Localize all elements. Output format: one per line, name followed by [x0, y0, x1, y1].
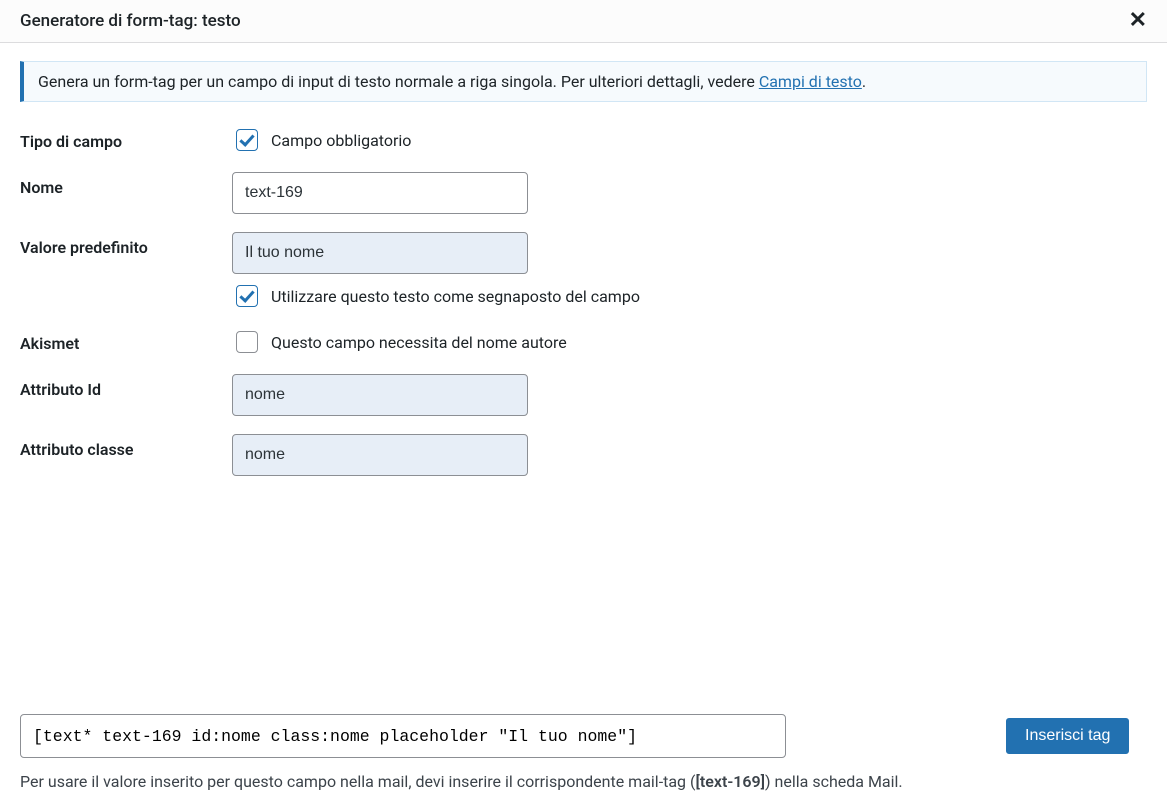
placeholder-checkbox[interactable] — [236, 285, 258, 307]
label-tipo-di-campo: Tipo di campo — [20, 126, 232, 151]
row-valore-predefinito: Valore predefinito Utilizzare questo tes… — [20, 232, 1147, 310]
required-field-line: Campo obbligatorio — [232, 126, 1147, 154]
hint-before: Per usare il valore inserito per questo … — [20, 772, 695, 791]
info-text-suffix: . — [862, 72, 866, 91]
insert-tag-button[interactable]: Inserisci tag — [1006, 718, 1129, 754]
akismet-line: Questo campo necessita del nome autore — [232, 328, 1147, 356]
dialog-titlebar: Generatore di form-tag: testo ✕ — [0, 0, 1167, 43]
label-akismet: Akismet — [20, 328, 232, 353]
dialog-bottom: Inserisci tag Per usare il valore inseri… — [0, 714, 1167, 809]
row-attributo-classe: Attributo classe — [20, 434, 1147, 476]
dialog-title: Generatore di form-tag: testo — [20, 11, 241, 31]
close-icon[interactable]: ✕ — [1129, 10, 1147, 32]
dialog-body: Genera un form-tag per un campo di input… — [0, 43, 1167, 714]
default-value-input[interactable] — [232, 232, 528, 274]
output-row: Inserisci tag — [20, 714, 1147, 758]
class-attr-input[interactable] — [232, 434, 528, 476]
info-link[interactable]: Campi di testo — [759, 72, 862, 91]
info-box: Genera un form-tag per un campo di input… — [20, 61, 1147, 102]
label-nome: Nome — [20, 172, 232, 197]
row-nome: Nome — [20, 172, 1147, 214]
info-text-prefix: Genera un form-tag per un campo di input… — [38, 72, 759, 91]
id-attr-input[interactable] — [232, 374, 528, 416]
label-attributo-id: Attributo Id — [20, 374, 232, 399]
placeholder-line: Utilizzare questo testo come segnaposto … — [232, 282, 1147, 310]
label-attributo-classe: Attributo classe — [20, 434, 232, 459]
hint-tag: [text-169] — [695, 772, 765, 791]
form-tag-generator-dialog: Generatore di form-tag: testo ✕ Genera u… — [0, 0, 1167, 809]
akismet-checkbox-label: Questo campo necessita del nome autore — [271, 333, 567, 352]
name-input[interactable] — [232, 172, 528, 214]
row-akismet: Akismet Questo campo necessita del nome … — [20, 328, 1147, 356]
generated-tag-output[interactable] — [20, 714, 786, 758]
akismet-checkbox[interactable] — [236, 331, 258, 353]
row-attributo-id: Attributo Id — [20, 374, 1147, 416]
placeholder-checkbox-label: Utilizzare questo testo come segnaposto … — [271, 287, 640, 306]
hint-after: ) nella scheda Mail. — [765, 772, 903, 791]
required-checkbox-label: Campo obbligatorio — [271, 131, 411, 150]
row-tipo-di-campo: Tipo di campo Campo obbligatorio — [20, 126, 1147, 154]
label-valore-predefinito: Valore predefinito — [20, 232, 232, 257]
mail-tag-hint: Per usare il valore inserito per questo … — [20, 772, 1147, 791]
required-checkbox[interactable] — [236, 129, 258, 151]
